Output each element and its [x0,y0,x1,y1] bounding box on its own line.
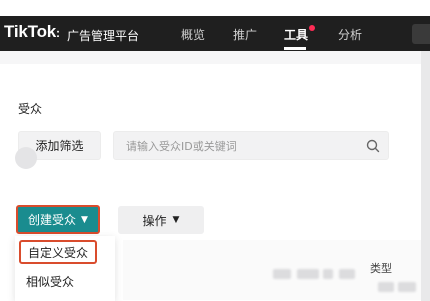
nav-overview[interactable]: 概览 [181,26,205,43]
create-audience-label: 创建受众 [28,213,77,227]
scroll-left-button[interactable] [15,147,37,169]
blurred-text [323,269,333,279]
nav-tools[interactable]: 工具 [284,26,308,43]
top-margin [0,0,430,16]
blurred-text [378,282,394,292]
nav-promotion[interactable]: 推广 [233,26,257,43]
top-navigation-bar: TikTok: 广告管理平台 概览 推广 工具 分析 [0,16,430,51]
blurred-text [339,269,355,279]
page-title: 受众 [18,102,43,116]
blurred-text [297,269,319,279]
tiktok-logo[interactable]: TikTok: [4,22,60,42]
app-window: TikTok: 广告管理平台 概览 推广 工具 分析 受众 添加筛选 类型 创建… [0,0,430,301]
blurred-text [398,282,416,292]
notification-dot [309,25,315,31]
logo-colon: : [56,26,60,40]
account-menu-button[interactable] [412,24,430,44]
chevron-down-icon: ▼ [81,214,88,225]
menu-item-custom-audience[interactable]: 自定义受众 [19,240,97,264]
nav-active-indicator [284,47,306,50]
menu-item-lookalike-audience[interactable]: 相似受众 [26,273,74,290]
logo-text: TikTok [4,22,57,41]
blurred-text [273,269,291,279]
create-audience-button[interactable]: 创建受众 ▼ [16,205,100,234]
operations-button[interactable]: 操作 ▼ [118,206,204,234]
nav-analytics[interactable]: 分析 [338,26,362,43]
column-header-type[interactable]: 类型 [370,260,392,276]
search-input[interactable] [124,132,358,161]
platform-name: 广告管理平台 [67,29,140,43]
search-icon[interactable] [366,139,380,153]
chevron-down-icon: ▼ [172,215,180,225]
search-field[interactable] [113,131,389,161]
page-scrollbar[interactable] [421,51,430,301]
operations-label: 操作 [142,213,167,228]
